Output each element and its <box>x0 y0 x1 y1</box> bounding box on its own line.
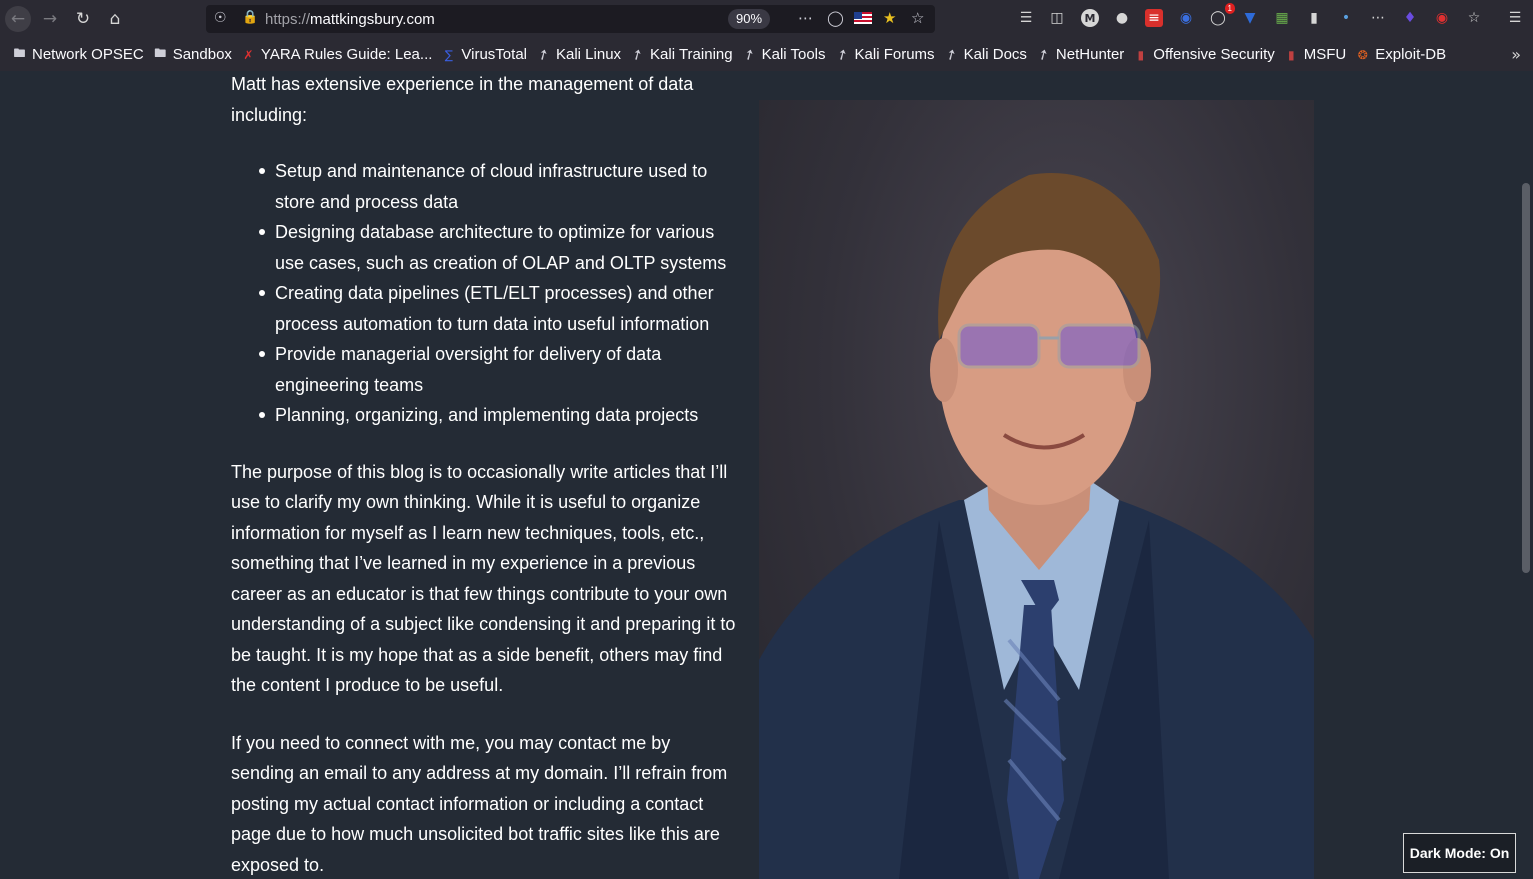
bookmark-star-icon[interactable]: ☆ <box>911 9 924 27</box>
list-item: Planning, organizing, and implementing d… <box>259 400 736 431</box>
back-button[interactable]: ← <box>5 6 31 32</box>
portrait-illustration <box>759 173 1314 879</box>
blog-purpose-paragraph: The purpose of this blog is to occasiona… <box>231 461 736 696</box>
bookmark-virustotal[interactable]: ∑ VirusTotal <box>437 43 532 67</box>
us-flag-icon[interactable] <box>854 12 872 24</box>
kali-dragon-icon: ➚ <box>1034 44 1053 65</box>
hamburger-menu-icon[interactable]: ☰ <box>1506 9 1524 27</box>
offsec-icon: ▮ <box>1287 47 1295 62</box>
intro-paragraph: Matt has extensive experience in the man… <box>231 74 694 125</box>
bookmark-exploit-db[interactable]: ❂ Exploit-DB <box>1351 43 1451 67</box>
folder-icon: 🖿 <box>154 46 167 60</box>
experience-list: Setup and maintenance of cloud infrastru… <box>259 156 736 431</box>
bookmarks-overflow-chevron-icon[interactable]: » <box>1511 45 1521 64</box>
yara-icon: ✗ <box>243 47 254 62</box>
bookmark-kali-linux[interactable]: ➚ Kali Linux <box>532 43 626 67</box>
list-item: Provide managerial oversight for deliver… <box>259 339 736 400</box>
bookmark-kali-docs[interactable]: ➚ Kali Docs <box>940 43 1032 67</box>
list-item: Designing database architecture to optim… <box>259 217 736 278</box>
extension-star-icon[interactable]: ☆ <box>1465 9 1483 27</box>
offsec-icon: ▮ <box>1137 47 1145 62</box>
screenshot-extension-icon[interactable]: ◉ <box>1433 9 1451 27</box>
kali-dragon-icon: ➚ <box>941 44 961 65</box>
mouse-extension-icon[interactable]: ● <box>1113 9 1131 27</box>
pocket-icon[interactable]: ◯ <box>827 9 844 27</box>
library-icon[interactable]: ☰ <box>1017 9 1035 27</box>
bookmark-sandbox[interactable]: 🖿 Sandbox <box>149 43 237 67</box>
notification-badge: 1 <box>1224 3 1235 14</box>
bitwarden-icon[interactable]: ▼ <box>1241 9 1259 27</box>
color-picker-icon[interactable]: ▦ <box>1273 9 1291 27</box>
more-extensions-icon[interactable]: ⋯ <box>1369 9 1387 27</box>
vpn-extension-icon[interactable]: ♦ <box>1401 9 1419 27</box>
dark-mode-toggle[interactable]: Dark Mode: On <box>1403 833 1516 873</box>
contact-paragraph: If you need to connect with me, you may … <box>231 732 728 875</box>
bookmark-kali-forums[interactable]: ➚ Kali Forums <box>831 43 940 67</box>
url-text[interactable]: https://mattkingsbury.com <box>265 11 435 28</box>
bookmark-network-opsec[interactable]: 🖿 Network OPSEC <box>8 43 149 67</box>
camera-extension-icon[interactable]: ◉ <box>1177 9 1195 27</box>
list-item: Setup and maintenance of cloud infrastru… <box>259 156 736 217</box>
reload-button[interactable]: ↻ <box>70 6 96 32</box>
page-scrollbar[interactable] <box>1520 71 1533 879</box>
todoist-icon[interactable]: ≡ <box>1145 9 1163 27</box>
wappalyzer-icon[interactable]: • <box>1337 9 1355 27</box>
reader-icon[interactable]: ▮ <box>1305 9 1323 27</box>
page-actions-menu-icon[interactable]: ⋯ <box>798 9 813 27</box>
bookmark-kali-training[interactable]: ➚ Kali Training <box>626 43 738 67</box>
forward-button[interactable]: → <box>37 6 63 32</box>
kali-dragon-icon: ➚ <box>628 44 647 65</box>
bookmark-kali-tools[interactable]: ➚ Kali Tools <box>738 43 831 67</box>
browser-toolbar: ← → ↻ ⌂ ☉ 🔒 https://mattkingsbury.com 90… <box>0 0 1533 38</box>
bookmark-yara-rules-guide[interactable]: ✗ YARA Rules Guide: Lea... <box>237 43 437 67</box>
kali-dragon-icon: ➚ <box>832 44 852 65</box>
page-viewport: Matt has extensive experience in the man… <box>0 71 1520 879</box>
list-item: Creating data pipelines (ETL/ELT process… <box>259 278 736 339</box>
exploitdb-icon: ❂ <box>1357 47 1368 62</box>
folder-icon: 🖿 <box>13 46 26 60</box>
about-content: Matt has extensive experience in the man… <box>231 71 736 879</box>
bookmark-offensive-security[interactable]: ▮ Offensive Security <box>1129 43 1279 67</box>
zoom-level-button[interactable]: 90% <box>728 9 771 29</box>
multi-account-containers-icon[interactable]: M <box>1081 9 1099 27</box>
kali-dragon-icon: ➚ <box>534 44 553 65</box>
kali-dragon-icon: ➚ <box>740 44 759 65</box>
lock-icon[interactable]: 🔒 <box>242 10 258 25</box>
profile-photo <box>759 100 1314 879</box>
bookmark-nethunter[interactable]: ➚ NetHunter <box>1032 43 1129 67</box>
tracking-protection-shield-icon[interactable]: ☉ <box>214 10 227 26</box>
scrollbar-thumb[interactable] <box>1522 183 1530 573</box>
virustotal-icon: ∑ <box>444 47 453 62</box>
address-bar[interactable]: ☉ 🔒 https://mattkingsbury.com 90% ⋯ ◯ ★ … <box>206 5 935 33</box>
bookmarks-toolbar: 🖿 Network OPSEC 🖿 Sandbox ✗ YARA Rules Guid… <box>0 38 1533 71</box>
home-button[interactable]: ⌂ <box>102 6 128 32</box>
extension-with-badge-icon[interactable]: ◯ 1 <box>1209 3 1235 27</box>
bookmark-msfu[interactable]: ▮ MSFU <box>1280 43 1352 67</box>
sidebar-icon[interactable]: ◫ <box>1048 9 1066 27</box>
translate-icon[interactable]: ★ <box>883 9 896 27</box>
